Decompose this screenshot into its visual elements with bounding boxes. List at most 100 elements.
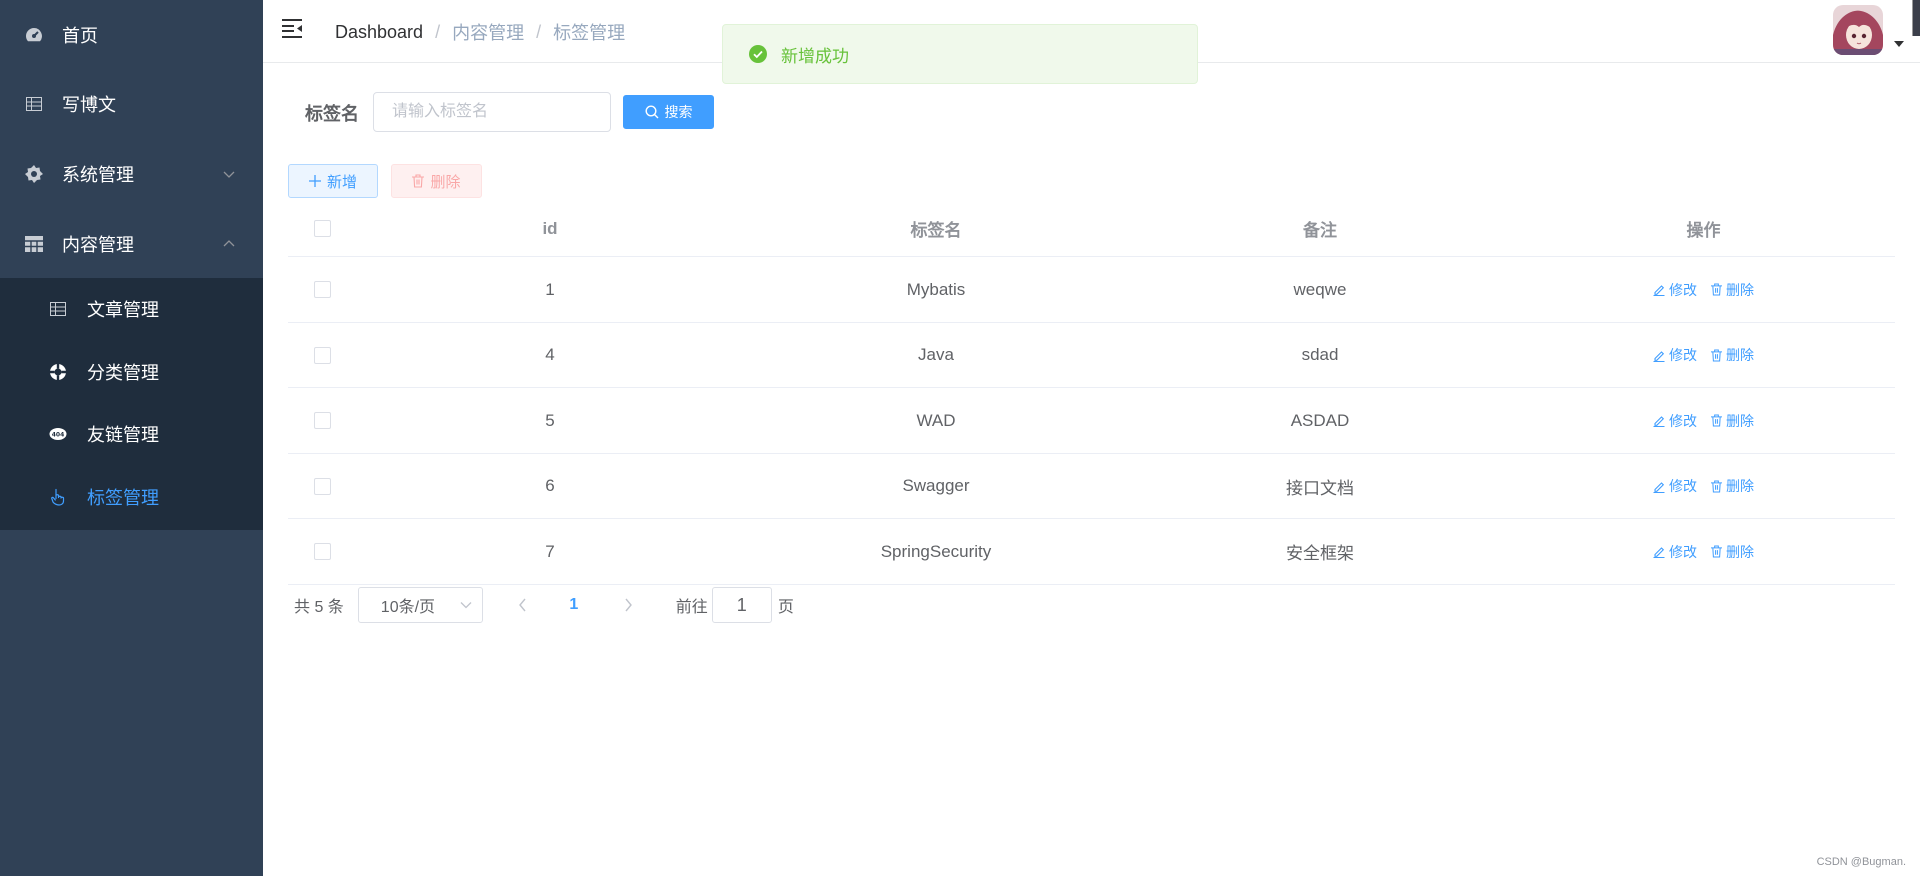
page-size-value: 10条/页 <box>380 599 436 616</box>
column-header-name: 标签名 <box>910 221 962 240</box>
row-checkbox[interactable] <box>313 346 331 364</box>
trash-icon <box>1711 414 1722 427</box>
search-button[interactable]: 搜索 <box>623 95 714 129</box>
trash-icon <box>1711 348 1722 362</box>
avatar[interactable] <box>1833 5 1883 55</box>
edit-icon <box>1653 481 1665 493</box>
row-checkbox-cell <box>288 323 356 388</box>
add-button[interactable]: 新增 <box>288 164 378 198</box>
delete-label: 删除 <box>1726 478 1754 494</box>
edit-button[interactable]: 修改 <box>1653 542 1697 562</box>
row-checkbox-cell <box>288 454 356 519</box>
chevron-up-icon <box>223 240 235 247</box>
edit-label: 修改 <box>1669 543 1697 560</box>
chevron-down-icon <box>460 602 472 609</box>
edit-button[interactable]: 修改 <box>1653 476 1697 496</box>
row-checkbox[interactable] <box>313 412 331 429</box>
edit-button[interactable]: 修改 <box>1653 345 1697 365</box>
sidebar-item-label: 内容管理 <box>62 235 134 255</box>
search-button-label: 搜索 <box>664 104 693 120</box>
table-icon <box>24 94 44 114</box>
tag-name-search-input[interactable] <box>373 92 611 132</box>
submenu-content: 文章管理 分类管理 404 友链管理 标签管理 <box>0 278 263 530</box>
sidebar: 首页 写博文 系统管理 内容管理 文章管理 分类管理 404 友链管理 标签管理 <box>0 0 263 876</box>
sidebar-item-articles[interactable]: 文章管理 <box>0 278 263 340</box>
gear-icon <box>24 164 44 184</box>
link-icon: 404 <box>49 425 67 443</box>
trash-icon <box>1711 479 1722 493</box>
row-checkbox[interactable] <box>313 543 331 560</box>
column-header-remark: 备注 <box>1303 221 1337 240</box>
sidebar-item-tags[interactable]: 标签管理 <box>0 466 263 528</box>
cell-id: 7 <box>545 541 555 561</box>
plus-icon <box>308 175 321 187</box>
table-row: 7 SpringSecurity 安全框架 修改 删除 <box>288 519 1895 585</box>
delete-label: 删除 <box>1726 543 1754 560</box>
sidebar-item-categories[interactable]: 分类管理 <box>0 341 263 403</box>
delete-button[interactable]: 删除 <box>1711 280 1754 300</box>
table-header: id 标签名 备注 操作 <box>288 200 1895 257</box>
cell-tag-name: Java <box>918 345 954 364</box>
table-row: 4 Java sdad 修改 删除 <box>288 323 1895 388</box>
column-header-actions: 操作 <box>1686 221 1721 240</box>
sidebar-item-label: 首页 <box>62 26 98 46</box>
sidebar-item-label: 标签管理 <box>87 488 159 508</box>
pagination: 共 5 条 10条/页 1 前往 页 <box>294 587 794 623</box>
edit-label: 修改 <box>1669 478 1697 494</box>
success-check-icon <box>749 45 767 63</box>
trash-icon <box>1711 283 1722 296</box>
goto-label: 前往 <box>675 599 708 616</box>
search-icon <box>644 105 658 119</box>
sidebar-item-label: 写博文 <box>62 95 116 115</box>
chevron-down-icon <box>223 171 235 178</box>
add-button-label: 新增 <box>326 173 357 191</box>
cell-tag-name: Mybatis <box>906 279 966 299</box>
cell-actions: 修改 删除 <box>1512 454 1895 519</box>
sidebar-item-label: 系统管理 <box>62 165 134 185</box>
watermark: CSDN @Bugman. <box>1816 856 1906 868</box>
chevron-right-icon <box>625 598 632 612</box>
caret-down-icon[interactable] <box>1894 40 1904 48</box>
delete-button[interactable]: 删除 <box>1711 411 1754 431</box>
breadcrumb-item: 内容管理 <box>452 23 525 43</box>
cell-actions: 修改 删除 <box>1512 257 1895 322</box>
row-checkbox[interactable] <box>313 477 331 495</box>
delete-button[interactable]: 删除 <box>1711 476 1754 496</box>
edit-label: 修改 <box>1669 412 1697 429</box>
table-row: 6 Swagger 接口文档 修改 删除 <box>288 454 1895 519</box>
sidebar-item-content[interactable]: 内容管理 <box>0 209 263 279</box>
success-toast: 新增成功 <box>722 24 1198 84</box>
lifebuoy-icon <box>49 363 67 381</box>
sidebar-item-write-blog[interactable]: 写博文 <box>0 69 263 139</box>
row-checkbox-cell <box>288 388 356 453</box>
cell-remark: 接口文档 <box>1286 478 1354 498</box>
page-suffix-label: 页 <box>777 599 794 616</box>
breadcrumb-item[interactable]: Dashboard <box>335 22 423 43</box>
delete-button[interactable]: 删除 <box>1711 345 1754 365</box>
edit-button[interactable]: 修改 <box>1653 280 1697 300</box>
cell-id: 4 <box>545 345 555 364</box>
dashboard-icon <box>24 25 44 45</box>
trash-icon <box>412 174 425 188</box>
sidebar-item-links[interactable]: 404 友链管理 <box>0 403 263 465</box>
breadcrumb-item: 标签管理 <box>553 23 626 43</box>
row-checkbox[interactable] <box>313 281 331 298</box>
sidebar-item-home[interactable]: 首页 <box>0 0 263 70</box>
select-all-checkbox[interactable] <box>313 220 331 237</box>
page-number-current[interactable]: 1 <box>568 596 580 614</box>
delete-button[interactable]: 删除 <box>1711 542 1754 562</box>
prev-page-button[interactable] <box>513 598 533 612</box>
edit-button[interactable]: 修改 <box>1653 411 1697 431</box>
hamburger-icon[interactable] <box>282 18 304 38</box>
batch-delete-button[interactable]: 删除 <box>391 164 482 198</box>
cell-actions: 修改 删除 <box>1512 519 1895 584</box>
sidebar-item-system[interactable]: 系统管理 <box>0 139 263 209</box>
edit-label: 修改 <box>1669 281 1697 298</box>
trash-icon <box>1711 545 1722 558</box>
page-jump-input[interactable] <box>711 587 772 623</box>
cell-actions: 修改 删除 <box>1512 388 1895 453</box>
next-page-button[interactable] <box>618 598 638 612</box>
search-label: 标签名 <box>305 104 359 124</box>
page-size-select[interactable]: 10条/页 <box>357 587 483 623</box>
sidebar-item-label: 文章管理 <box>87 300 159 320</box>
